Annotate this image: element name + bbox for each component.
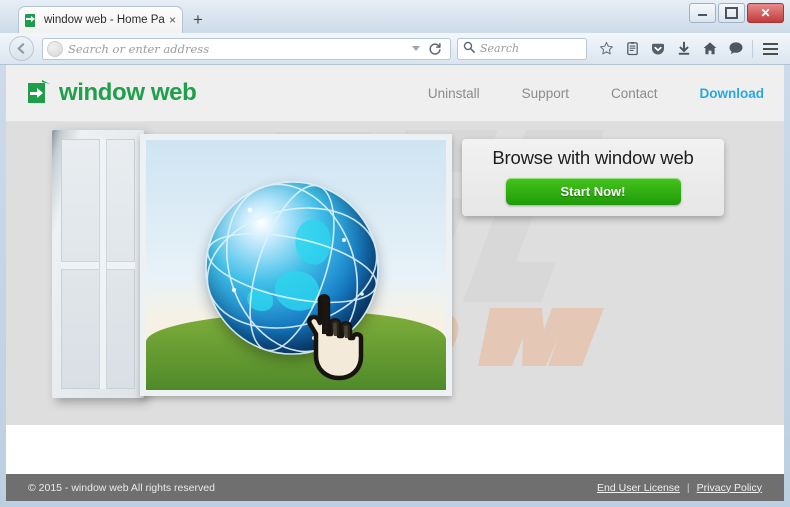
new-tab-button[interactable]: +	[188, 10, 208, 30]
home-icon[interactable]	[697, 36, 723, 62]
sync-chat-icon[interactable]	[723, 36, 749, 62]
browser-toolbar: Search or enter address Search	[0, 33, 790, 65]
search-input[interactable]: Search	[480, 42, 519, 55]
content-spacer	[6, 425, 784, 474]
maximize-button[interactable]	[718, 3, 745, 23]
outdoor-scene	[146, 140, 446, 390]
site-header: window web Uninstall Support Contact Dow…	[6, 65, 784, 122]
privacy-policy-link[interactable]: Privacy Policy	[697, 482, 762, 494]
start-now-button[interactable]: Start Now!	[505, 178, 681, 205]
downloads-icon[interactable]	[671, 36, 697, 62]
site-footer: © 2015 - window web All rights reserved …	[6, 474, 784, 501]
toolbar-icon-group	[593, 36, 790, 62]
end-user-license-link[interactable]: End User License	[597, 482, 680, 494]
hand-cursor-icon	[307, 294, 364, 381]
door-arrow-logo-icon	[28, 80, 50, 104]
hero-illustration	[36, 130, 456, 403]
address-input[interactable]: Search or enter address	[68, 42, 412, 56]
toolbar-divider	[752, 39, 753, 58]
browser-tab[interactable]: window web - Home Page ×	[18, 6, 183, 33]
page-viewport: window web Uninstall Support Contact Dow…	[6, 65, 784, 501]
search-icon	[463, 40, 475, 58]
browser-window: window web - Home Page × + ✕ Search or e…	[0, 0, 790, 507]
copyright-text: © 2015 - window web All rights reserved	[28, 481, 215, 494]
site-logo-text: window web	[59, 79, 197, 106]
window-frame	[140, 134, 452, 396]
close-icon: ✕	[760, 6, 771, 20]
reload-icon[interactable]	[428, 42, 442, 56]
hero-section: Browse with window web Start Now!	[6, 122, 784, 425]
site-nav: Uninstall Support Contact Download	[386, 86, 764, 101]
tab-close-icon[interactable]: ×	[169, 14, 176, 26]
footer-links: End User License | Privacy Policy	[597, 482, 762, 494]
site-logo[interactable]: window web	[28, 79, 197, 107]
nav-item-support[interactable]: Support	[522, 86, 569, 101]
hero-callout-card: Browse with window web Start Now!	[462, 139, 724, 216]
reader-view-icon[interactable]	[619, 36, 645, 62]
tab-title: window web - Home Page	[44, 14, 165, 26]
window-controls: ✕	[689, 3, 784, 23]
hero-headline: Browse with window web	[492, 147, 694, 168]
back-arrow-icon[interactable]	[9, 36, 34, 61]
hamburger-menu-icon[interactable]	[756, 36, 784, 62]
nav-item-contact[interactable]: Contact	[611, 86, 658, 101]
address-bar[interactable]: Search or enter address	[42, 37, 451, 60]
chevron-down-icon[interactable]	[412, 46, 420, 51]
page-globe-icon	[47, 40, 63, 57]
tab-strip: window web - Home Page × + ✕	[0, 0, 790, 33]
window-left-sash	[52, 130, 144, 398]
pocket-icon[interactable]	[645, 36, 671, 62]
footer-separator: |	[686, 481, 690, 494]
tab-favicon-icon	[25, 13, 38, 27]
nav-item-uninstall[interactable]: Uninstall	[428, 86, 480, 101]
search-bar[interactable]: Search	[457, 37, 587, 60]
close-window-button[interactable]: ✕	[747, 3, 784, 23]
minimize-button[interactable]	[689, 3, 716, 23]
nav-item-download[interactable]: Download	[700, 86, 765, 101]
bookmark-star-icon[interactable]	[593, 36, 619, 62]
